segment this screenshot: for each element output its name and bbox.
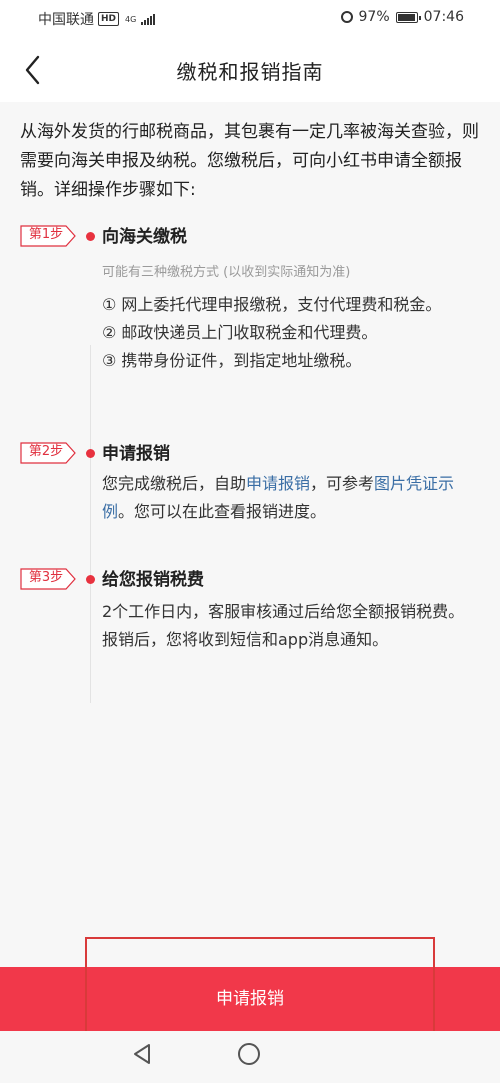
signal-icon (141, 13, 156, 25)
intro-text: 从海外发货的行邮税商品，其包裹有一定几率被海关查验，则需要向海关申报及纳税。您缴… (20, 122, 479, 200)
hd-badge: HD (98, 12, 120, 26)
alarm-icon (340, 11, 353, 23)
battery-icon (395, 11, 421, 23)
nav-home-icon[interactable] (238, 1043, 260, 1065)
timeline-dot (86, 575, 95, 584)
apply-reimbursement-button[interactable]: 申请报销 (0, 967, 500, 1031)
nav-back-icon[interactable] (131, 1043, 153, 1065)
body-text: ，可参考 (310, 474, 375, 493)
body-text: 您完成缴税后，自助 (102, 474, 247, 493)
timeline-dot (86, 232, 95, 241)
battery-percent: 97% (358, 9, 390, 25)
nav-bar: 缴税和报销指南 (0, 36, 500, 102)
step-title: 向海关缴税 (102, 227, 187, 247)
step-body: 2个工作日内，客服审核通过后给您全额报销税费。报销后，您将收到短信和app消息通… (102, 602, 465, 649)
clock: 07:46 (423, 9, 464, 25)
timeline-dot (86, 449, 95, 458)
list-item: ③ 携带身份证件，到指定地址缴税。 (102, 351, 362, 370)
step-title: 申请报销 (102, 444, 170, 464)
status-left: 中国联通 HD 4G (38, 9, 156, 29)
page-title: 缴税和报销指南 (176, 60, 324, 84)
step-body: ① 网上委托代理申报缴税，支付代理费和税金。 ② 邮政快递员上门收取税金和代理费… (102, 291, 477, 375)
apply-reimbursement-link[interactable]: 申请报销 (246, 474, 310, 493)
status-right: 97% 07:46 (340, 9, 464, 25)
step-subtitle: 可能有三种缴税方式 (以收到实际通知为准) (102, 265, 351, 280)
step-badge: 第3步 (20, 568, 76, 590)
status-bar: 中国联通 HD 4G 97% 07:46 (0, 0, 500, 36)
timeline-line (90, 345, 91, 703)
list-item: ② 邮政快递员上门收取税金和代理费。 (102, 323, 378, 342)
system-nav-bar (0, 1031, 500, 1083)
carrier-name: 中国联通 (38, 12, 94, 28)
network-type: 4G (125, 14, 137, 24)
step-title: 给您报销税费 (102, 570, 204, 590)
step-badge: 第2步 (20, 442, 76, 464)
list-item: ① 网上委托代理申报缴税，支付代理费和税金。 (102, 295, 442, 314)
step-body: 您完成缴税后，自助申请报销，可参考图片凭证示例。您可以在此查看报销进度。 (102, 470, 477, 526)
step-badge: 第1步 (20, 225, 76, 247)
body-text: 。您可以在此查看报销进度。 (118, 502, 327, 521)
